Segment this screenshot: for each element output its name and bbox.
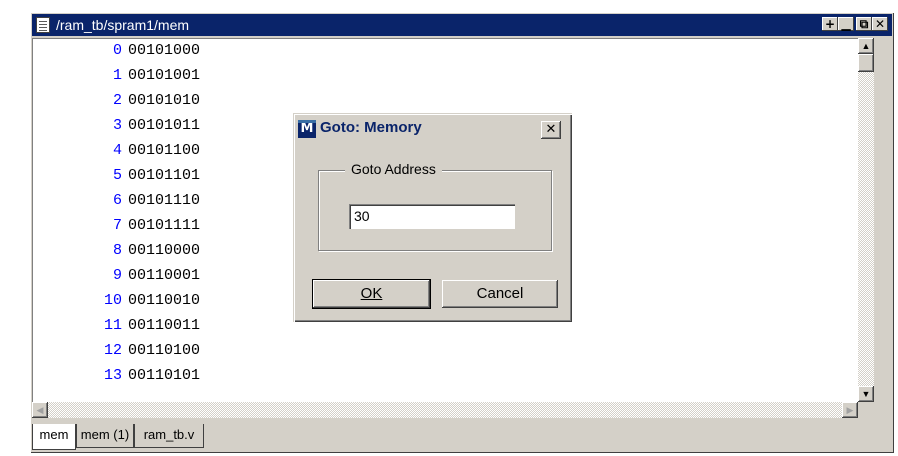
memory-address: 12 <box>103 342 122 359</box>
memory-row[interactable]: 12 00110100 <box>32 338 292 363</box>
memory-document-icon <box>36 17 50 33</box>
memory-row[interactable]: 11 00110011 <box>32 313 292 338</box>
memory-value: 00101010 <box>128 92 201 109</box>
memory-address: 13 <box>103 367 122 384</box>
memory-address: 1 <box>112 67 122 84</box>
memory-value: 00101000 <box>128 42 201 59</box>
scroll-left-button[interactable]: ◀ <box>32 402 48 418</box>
memory-row[interactable]: 3 00101011 <box>32 113 292 138</box>
memory-value: 00101001 <box>128 67 201 84</box>
cancel-button[interactable]: Cancel <box>442 280 558 308</box>
close-button[interactable]: ✕ <box>872 17 888 31</box>
memory-row[interactable]: 7 00101111 <box>32 213 292 238</box>
memory-address: 9 <box>112 267 122 284</box>
dialog-close-button[interactable]: ✕ <box>541 121 561 139</box>
dialog-titlebar[interactable]: M Goto: Memory ✕ <box>296 116 569 140</box>
scroll-right-button[interactable]: ▶ <box>842 402 858 418</box>
memory-value: 00101110 <box>128 192 201 209</box>
horizontal-scrollbar[interactable]: ◀ ▶ <box>32 402 858 418</box>
window-title: /ram_tb/spram1/mem <box>56 17 190 33</box>
tab-mem-1[interactable]: mem (1) <box>76 424 134 448</box>
memory-row[interactable]: 13 00110101 <box>32 363 292 388</box>
memory-value: 00101101 <box>128 167 201 184</box>
memory-address: 5 <box>112 167 122 184</box>
vertical-scroll-thumb[interactable] <box>858 54 874 72</box>
tab-label: mem <box>39 427 69 442</box>
memory-address: 0 <box>112 42 122 59</box>
goto-address-input[interactable]: 30 <box>349 204 515 229</box>
tab-mem[interactable]: mem <box>32 424 76 450</box>
ok-button-label: OK <box>360 285 383 302</box>
undock-button[interactable]: + <box>822 17 838 31</box>
memory-row[interactable]: 5 00101101 <box>32 163 292 188</box>
scroll-down-button[interactable]: ▼ <box>858 386 874 402</box>
memory-value: 00110101 <box>128 367 201 384</box>
window-titlebar[interactable]: /ram_tb/spram1/mem + ▁ ⧉ ✕ <box>32 14 892 36</box>
memory-row[interactable]: 9 00110001 <box>32 263 292 288</box>
memory-row[interactable]: 2 00101010 <box>32 88 292 113</box>
minimize-button[interactable]: ▁ <box>838 17 854 31</box>
memory-address: 6 <box>112 192 122 209</box>
memory-address: 7 <box>112 217 122 234</box>
memory-row[interactable]: 1 00101001 <box>32 63 292 88</box>
cancel-button-label: Cancel <box>476 285 524 302</box>
memory-address: 10 <box>103 292 122 309</box>
memory-value: 00101100 <box>128 142 201 159</box>
memory-value: 00101111 <box>128 217 201 234</box>
memory-value: 00110001 <box>128 267 201 284</box>
memory-address: 11 <box>103 317 122 334</box>
tab-label: ram_tb.v <box>143 427 195 442</box>
memory-value: 00110100 <box>128 342 201 359</box>
goto-address-group: Goto Address 30 <box>318 161 552 251</box>
memory-address: 8 <box>112 242 122 259</box>
tab-label: mem (1) <box>80 427 130 442</box>
memory-row[interactable]: 4 00101100 <box>32 138 292 163</box>
goto-address-label: Goto Address <box>345 161 442 177</box>
scroll-up-button[interactable]: ▲ <box>858 38 874 54</box>
memory-address: 4 <box>112 142 122 159</box>
goto-memory-dialog: M Goto: Memory ✕ Goto Address 30 OK Canc… <box>293 113 572 322</box>
restore-button[interactable]: ⧉ <box>856 17 872 31</box>
memory-row[interactable]: 6 00101110 <box>32 188 292 213</box>
memory-address: 3 <box>112 117 122 134</box>
memory-value: 00101011 <box>128 117 201 134</box>
tab-ram-tb-v[interactable]: ram_tb.v <box>134 424 204 448</box>
memory-row[interactable]: 10 00110010 <box>32 288 292 313</box>
memory-value: 00110000 <box>128 242 201 259</box>
modelsim-logo-icon: M <box>298 120 316 138</box>
memory-row[interactable]: 8 00110000 <box>32 238 292 263</box>
memory-value: 00110011 <box>128 317 201 334</box>
dialog-title: Goto: Memory <box>320 119 422 136</box>
vertical-scrollbar[interactable]: ▲ ▼ <box>858 38 874 402</box>
memory-row[interactable]: 0 00101000 <box>32 38 292 63</box>
ok-button[interactable]: OK <box>312 279 431 309</box>
memory-value: 00110010 <box>128 292 201 309</box>
memory-address: 2 <box>112 92 122 109</box>
